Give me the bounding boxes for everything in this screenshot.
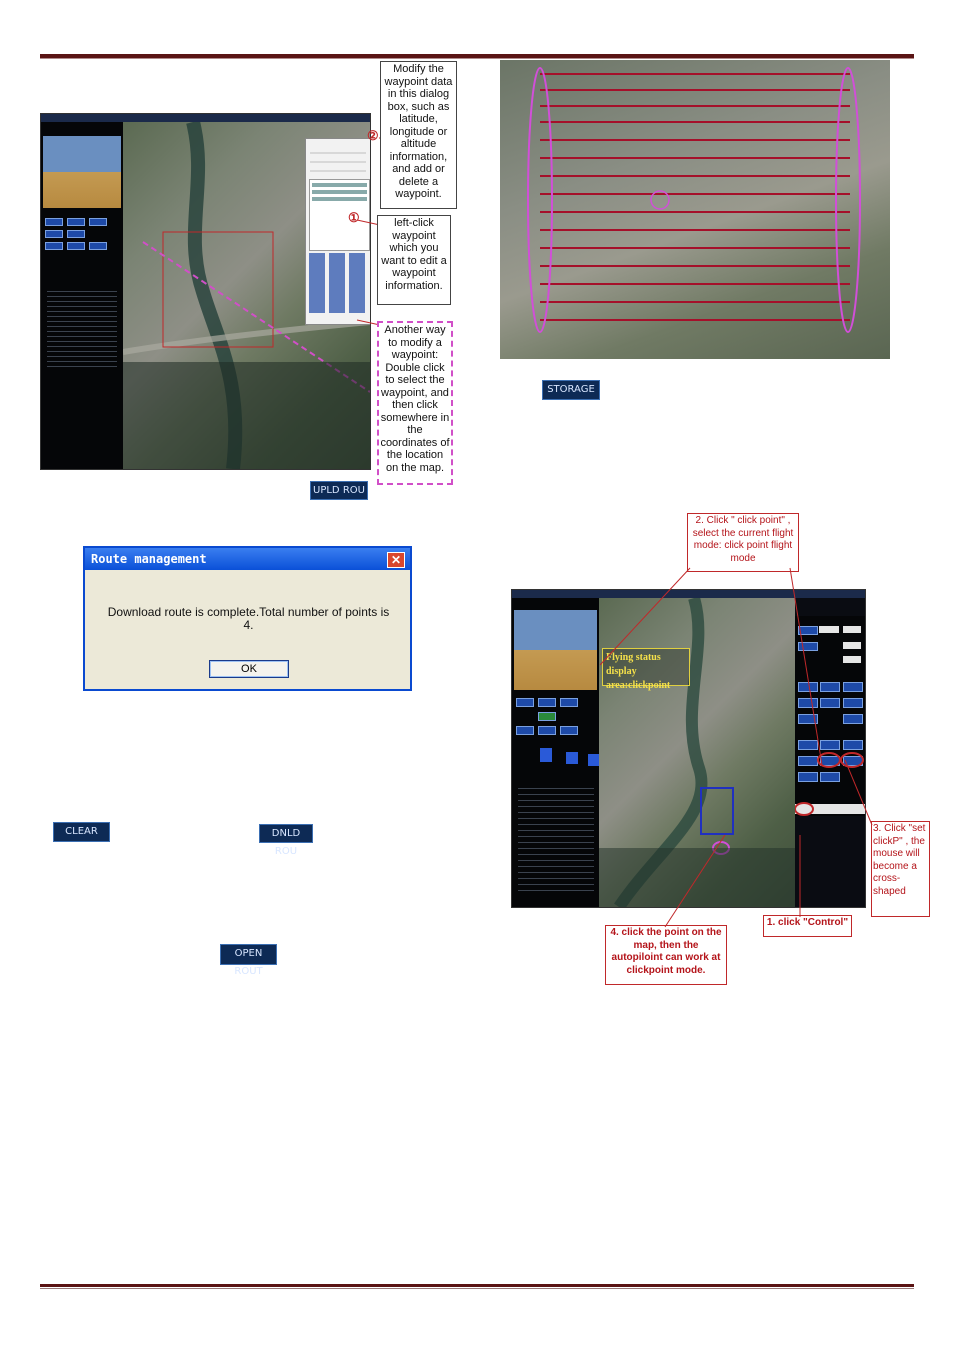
footer-rule-thin [40, 1288, 914, 1289]
clear-button[interactable]: CLEAR [53, 822, 110, 842]
satellite-map [123, 122, 370, 469]
open-route-button[interactable]: OPEN ROUT [220, 944, 277, 977]
waypoint-grid-overlay [527, 67, 861, 333]
header-rule-thin [40, 58, 914, 59]
mode-buttons [45, 218, 119, 250]
window-titlebar [41, 114, 370, 122]
dialog-message: Download route is complete.Total number … [107, 605, 390, 632]
download-route-button[interactable]: DNLD ROU [259, 824, 313, 857]
right-callout-connectors [599, 567, 873, 928]
upload-route-button[interactable]: UPLD ROU [310, 481, 368, 500]
storage-button[interactable]: STORAGE [542, 380, 600, 400]
dialog-ok-button[interactable]: OK [209, 660, 289, 678]
dialog-title: Route management [85, 548, 410, 570]
callout-left-click: left-click waypoint which you want to ed… [377, 215, 451, 305]
callout-another-way: Another way to modify a waypoint: Double… [377, 321, 453, 485]
dialog-close-button[interactable]: ✕ [387, 552, 405, 568]
route-management-dialog: Route management ✕ Download route is com… [83, 546, 412, 691]
instrument-panel [41, 122, 123, 469]
waypoint-grid-screenshot [500, 60, 890, 359]
attitude-indicator [43, 136, 121, 208]
callout-modify-waypoint: Modify the waypoint data in this dialog … [380, 61, 457, 209]
telemetry-text [47, 287, 117, 367]
gcs-screenshot-waypoint-edit [40, 113, 371, 470]
footer-rule [40, 1284, 914, 1287]
